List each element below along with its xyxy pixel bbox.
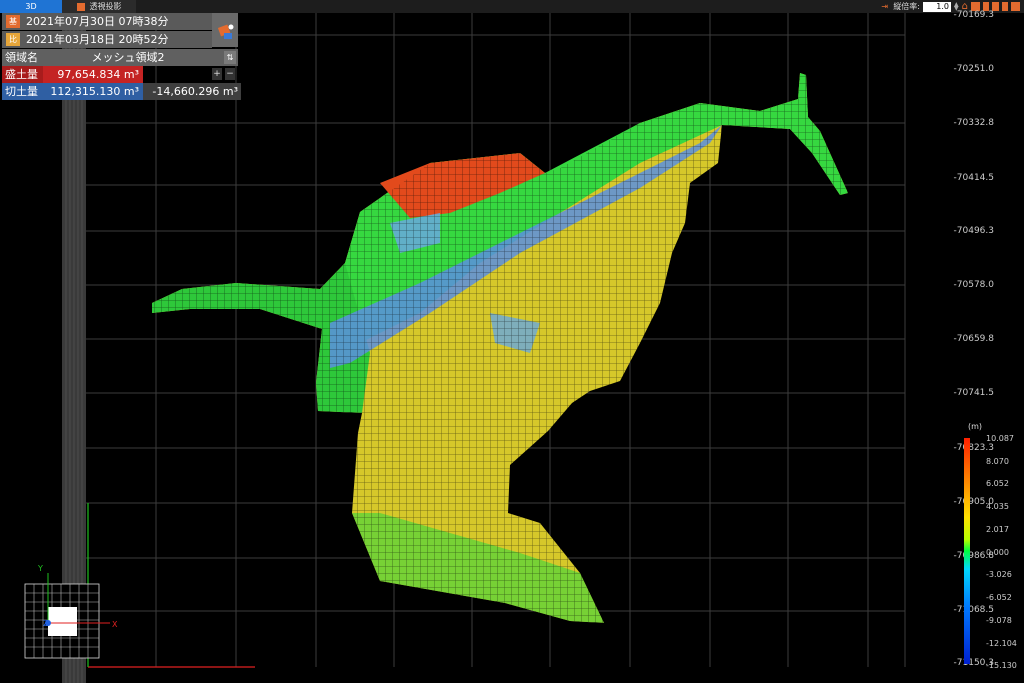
region-name: メッシュ領域2	[91, 51, 165, 64]
fill-value: 97,654.834 m³	[43, 66, 143, 83]
y-coordinate-label: -70496.3	[953, 226, 994, 236]
plus-button[interactable]: +	[212, 68, 222, 80]
mesh-settings-icon	[217, 24, 234, 39]
y-coordinate-label: -70332.8	[953, 118, 994, 128]
elevation-legend: (m) 10.087 8.070 6.052 4.035 2.017 0.000…	[964, 422, 1024, 683]
y-axis-label: Y	[38, 564, 43, 573]
x-axis-label: X	[112, 620, 118, 629]
legend-label: 2.017	[986, 525, 1009, 534]
base-tag: 基	[6, 15, 20, 28]
legend-label: -6.052	[986, 593, 1012, 602]
tab-perspective-label: 透視投影	[89, 2, 122, 11]
3d-viewport[interactable]: Y X Z -70169.3 -70251.0 -70332.8 -70414.…	[0, 10, 1024, 683]
cut-row: 切土量 112,315.130 m³ -14,660.296 m³	[2, 83, 241, 100]
perspective-cube-icon	[76, 2, 85, 11]
base-date-row: 基 2021年07月30日 07時38分	[2, 13, 212, 30]
y-coordinate-label: -70414.5	[953, 173, 994, 183]
legend-unit: (m)	[968, 422, 983, 431]
legend-color-bar	[964, 438, 970, 664]
y-coordinate-label: -70741.5	[953, 388, 994, 398]
legend-label: 0.000	[986, 548, 1009, 557]
compare-date-row: 比 2021年03月18日 20時52分	[2, 31, 212, 48]
legend-label: -15.130	[986, 661, 1017, 670]
terrain-mesh	[152, 73, 848, 623]
vertical-scale-input[interactable]	[923, 1, 952, 12]
legend-label: -9.078	[986, 616, 1012, 625]
legend-label: 4.035	[986, 502, 1009, 511]
fill-label: 盛土量	[2, 66, 43, 83]
legend-label: 6.052	[986, 479, 1009, 488]
legend-label: 10.087	[986, 434, 1014, 443]
compare-tag: 比	[6, 33, 20, 46]
axis-lines	[87, 503, 255, 668]
region-row: 領域名 メッシュ領域2 ⇅	[2, 49, 238, 66]
sort-icon[interactable]: ⇅	[224, 51, 236, 64]
legend-label: 8.070	[986, 457, 1009, 466]
region-label: 領域名	[5, 51, 38, 64]
orientation-gizmo[interactable]	[24, 573, 110, 659]
top-toolbar: 3D 透視投影 ⇥ 縦倍率: ▲▼ ⌂	[0, 0, 1024, 13]
y-coordinate-label: -70578.0	[953, 280, 994, 290]
tab-3d[interactable]: 3D	[0, 0, 62, 13]
view-iso-icon[interactable]	[1011, 2, 1020, 11]
z-axis-label: Z	[43, 619, 49, 628]
cut-label: 切土量	[2, 83, 43, 100]
base-date: 2021年07月30日 07時38分	[26, 15, 169, 28]
mesh-settings-button[interactable]	[212, 13, 238, 47]
y-coordinate-label: -70169.3	[953, 10, 994, 20]
tab-perspective[interactable]: 透視投影	[62, 0, 136, 13]
fill-row: 盛土量 97,654.834 m³ + −	[2, 66, 238, 83]
difference-value: -14,660.296 m³	[143, 83, 241, 100]
terrain-scene	[24, 13, 906, 683]
vertical-scale-icon: ⇥	[881, 2, 889, 11]
legend-label: -12.104	[986, 639, 1017, 648]
y-coordinate-label: -70251.0	[953, 64, 994, 74]
minus-button[interactable]: −	[225, 68, 235, 80]
vertical-scale-label: 縦倍率:	[893, 2, 921, 11]
y-coordinate-label: -70659.8	[953, 334, 994, 344]
cut-value: 112,315.130 m³	[43, 83, 143, 100]
view-back-icon[interactable]	[1002, 2, 1008, 11]
compare-date: 2021年03月18日 20時52分	[26, 33, 169, 46]
legend-label: -3.026	[986, 570, 1012, 579]
